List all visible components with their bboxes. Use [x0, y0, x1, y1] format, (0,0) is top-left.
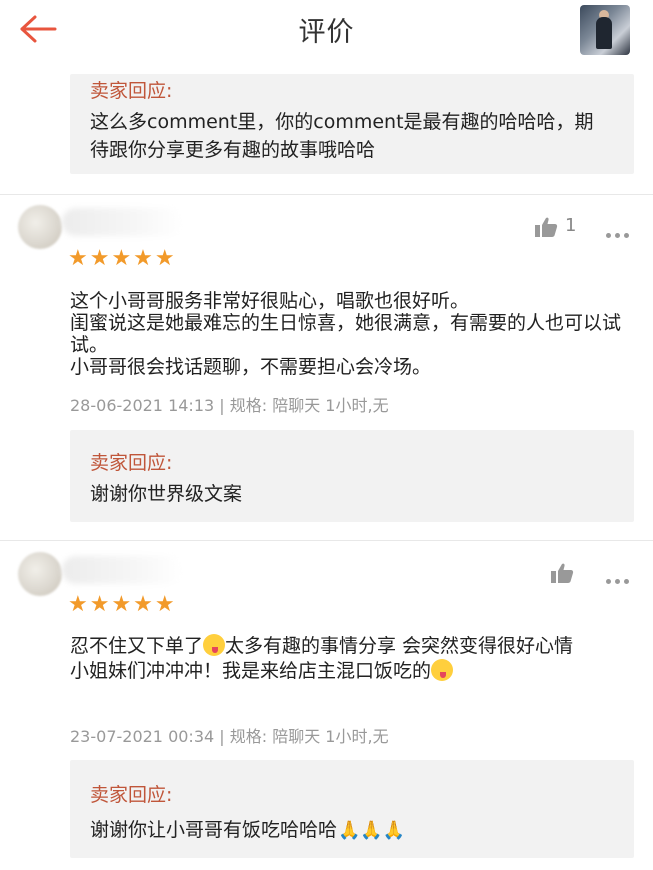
reply-label: 卖家回应:	[90, 452, 173, 474]
reviewer-avatar[interactable]	[18, 552, 62, 596]
review-text-segment: 小姐妹们冲冲冲！我是来给店主混口饭吃的	[70, 660, 432, 682]
review-line: 小姐妹们冲冲冲！我是来给店主混口饭吃的	[70, 659, 630, 684]
seller-reply-box: 卖家回应: 谢谢你让小哥哥有饭吃哈哈哈🙏🙏🙏	[70, 760, 634, 858]
reviewer-name-blurred	[62, 208, 182, 236]
thumbs-up-icon[interactable]	[534, 216, 558, 238]
shop-avatar[interactable]	[580, 5, 630, 55]
more-options-icon[interactable]	[606, 223, 636, 238]
seller-reply-box: 卖家回应: 谢谢你世界级文案	[70, 430, 634, 522]
review-body: 忍不住又下单了 太多有趣的事情分享 会突然变得很好心情 小姐妹们冲冲冲！我是来给店…	[70, 634, 630, 684]
reviewer-name-blurred	[62, 556, 182, 584]
star-rating: ★★★★★	[68, 592, 177, 617]
avatar-figure-shape	[596, 17, 612, 49]
review-line: 小哥哥很会找话题聊，不需要担心会冷场。	[70, 356, 432, 378]
reply-text: 谢谢你让小哥哥有饭吃哈哈哈🙏🙏🙏	[90, 816, 610, 845]
review-line: 闺蜜说这是她最难忘的生日惊喜，她很满意，有需要的人也可以试试。	[70, 312, 622, 356]
star-rating: ★★★★★	[68, 246, 177, 271]
reviewer-avatar[interactable]	[18, 205, 62, 249]
like-count: 1	[565, 215, 577, 236]
thumbs-up-icon[interactable]	[550, 562, 574, 584]
review-text-segment: 太多有趣的事情分享 会突然变得很好心情	[225, 635, 574, 657]
reply-label: 卖家回应:	[90, 80, 173, 102]
review-body: 这个小哥哥服务非常好很贴心，唱歌也很好听。 闺蜜说这是她最难忘的生日惊喜，她很满…	[70, 290, 630, 378]
reply-text-segment: 谢谢你让小哥哥有饭吃哈哈哈	[90, 819, 338, 841]
review-date-spec: 23-07-2021 00:34 | 规格: 陪聊天 1小时,无	[70, 727, 389, 746]
silly-face-emoji-icon	[203, 634, 226, 656]
header-bar: 评价	[0, 0, 653, 58]
reply-text: 这么多comment里，你的comment是最有趣的哈哈哈，期待跟你分享更多有趣…	[90, 111, 594, 161]
review-date-spec: 28-06-2021 14:13 | 规格: 陪聊天 1小时,无	[70, 396, 389, 415]
page-title: 评价	[298, 17, 355, 48]
divider	[0, 194, 653, 195]
folded-hands-icon: 🙏🙏🙏	[338, 820, 406, 841]
divider	[0, 540, 653, 541]
silly-face-emoji-icon	[431, 659, 454, 681]
more-options-icon[interactable]	[606, 569, 636, 584]
reply-text: 谢谢你世界级文案	[90, 483, 243, 505]
review-line: 忍不住又下单了 太多有趣的事情分享 会突然变得很好心情	[70, 634, 630, 659]
seller-reply-box: 卖家回应: 这么多comment里，你的comment是最有趣的哈哈哈，期待跟你…	[70, 74, 634, 174]
review-text-segment: 忍不住又下单了	[70, 635, 204, 657]
reply-label: 卖家回应:	[90, 784, 173, 806]
review-line: 这个小哥哥服务非常好很贴心，唱歌也很好听。	[70, 290, 470, 312]
